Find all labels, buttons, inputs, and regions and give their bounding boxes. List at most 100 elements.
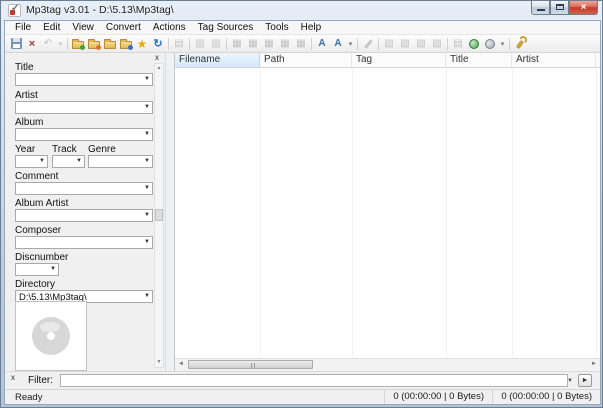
menu-view[interactable]: View: [66, 22, 100, 33]
favorites-star-icon[interactable]: ★: [134, 36, 150, 51]
undo-icon[interactable]: ↶: [40, 36, 56, 51]
filter-input[interactable]: [60, 374, 568, 387]
scrollbar-thumb[interactable]: [155, 209, 163, 221]
genre-field-label: Genre: [88, 144, 116, 155]
column-header-album[interactable]: A: [596, 53, 600, 67]
track-combobox[interactable]: ▼: [52, 155, 85, 168]
column-gridline: [512, 68, 513, 358]
genre-combobox[interactable]: ▼: [88, 155, 153, 168]
parent-directory-icon[interactable]: [86, 36, 102, 51]
menu-convert[interactable]: Convert: [100, 22, 147, 33]
menu-file[interactable]: File: [9, 22, 37, 33]
save-icon[interactable]: [8, 36, 24, 51]
chevron-down-icon: ▼: [144, 131, 150, 137]
copy-tag-icon[interactable]: ▥: [192, 36, 208, 51]
floppy-shape: [11, 38, 22, 49]
filter-dropdown-icon[interactable]: ▼: [567, 378, 573, 384]
freedb-icon[interactable]: [466, 36, 482, 51]
title-combobox[interactable]: ▼: [15, 73, 153, 86]
chevron-down-icon: ▼: [76, 158, 82, 164]
panel-splitter[interactable]: [165, 53, 175, 371]
id3v2-icon[interactable]: ▨: [413, 36, 429, 51]
tag-filename-icon[interactable]: ▦: [229, 36, 245, 51]
chevron-down-icon: ▼: [144, 293, 150, 299]
tag-panel-scrollbar[interactable]: ▲ ▼: [154, 63, 164, 368]
web-sources-icon[interactable]: [482, 36, 498, 51]
menu-actions[interactable]: Actions: [147, 22, 192, 33]
quick-actions-icon[interactable]: A: [330, 36, 346, 51]
column-header-path[interactable]: Path: [260, 53, 352, 67]
filename-tag-icon[interactable]: ▦: [245, 36, 261, 51]
scroll-down-icon[interactable]: ▼: [155, 358, 163, 367]
remove-tag-icon[interactable]: ×: [24, 36, 40, 51]
ape-tag-icon[interactable]: ▨: [429, 36, 445, 51]
blue-dot: [128, 45, 133, 50]
filename-filename-icon[interactable]: ▦: [261, 36, 277, 51]
scrollbar-thumb[interactable]: [188, 360, 313, 369]
options-icon[interactable]: [512, 36, 528, 51]
discnumber-combobox[interactable]: ▼: [15, 263, 59, 276]
column-header-artist[interactable]: Artist: [512, 53, 596, 67]
filter-close-button[interactable]: x: [8, 373, 18, 383]
filter-expand-button[interactable]: ►: [578, 374, 592, 387]
column-header-filename[interactable]: Filename: [175, 53, 260, 67]
refresh-icon[interactable]: ↻: [150, 36, 166, 51]
orange-dot: [96, 45, 101, 50]
menu-tools[interactable]: Tools: [259, 22, 294, 33]
file-list-body[interactable]: [175, 68, 600, 358]
album-artist-field-label: Album Artist: [15, 198, 68, 209]
chevron-down-icon: ▼: [144, 104, 150, 110]
toolbar-separator: [67, 38, 68, 50]
app-icon: ✓: [8, 4, 21, 17]
actions-dropdown-icon[interactable]: ▾: [346, 36, 355, 51]
folder-shape: [88, 41, 100, 49]
album-art-box[interactable]: [15, 301, 87, 371]
playlist-icon[interactable]: ▤: [171, 36, 187, 51]
close-button[interactable]: ×: [569, 1, 598, 15]
artist-combobox[interactable]: ▼: [15, 101, 153, 114]
favorite-directory-icon[interactable]: [118, 36, 134, 51]
album-combobox[interactable]: ▼: [15, 128, 153, 141]
web-sources-dropdown-icon[interactable]: ▾: [498, 36, 507, 51]
menu-edit[interactable]: Edit: [37, 22, 66, 33]
menu-help[interactable]: Help: [295, 22, 328, 33]
change-directory-icon[interactable]: [70, 36, 86, 51]
composer-combobox[interactable]: ▼: [15, 236, 153, 249]
comment-combobox[interactable]: ▼: [15, 182, 153, 195]
undo-dropdown-icon[interactable]: ▾: [56, 36, 65, 51]
extended-tags-icon[interactable]: ▧: [381, 36, 397, 51]
close-icon: ×: [570, 1, 597, 14]
scroll-left-icon[interactable]: ◄: [175, 359, 187, 370]
column-header-tag[interactable]: Tag: [352, 53, 446, 67]
actions-icon[interactable]: A: [314, 36, 330, 51]
column-header-title[interactable]: Title: [446, 53, 512, 67]
year-combobox[interactable]: ▼: [15, 155, 48, 168]
browse-directory-icon[interactable]: [102, 36, 118, 51]
cd-placeholder-icon: [32, 317, 70, 355]
menu-tag-sources[interactable]: Tag Sources: [192, 22, 260, 33]
title-bar[interactable]: ✓ Mp3tag v3.01 - D:\5.13\Mp3tag\ ×: [1, 1, 602, 20]
scroll-right-icon[interactable]: ►: [588, 359, 600, 370]
discnumber-field-label: Discnumber: [15, 252, 68, 263]
edit-tag-icon[interactable]: [360, 36, 376, 51]
column-gridline: [352, 68, 353, 358]
filter-label: Filter:: [28, 375, 53, 386]
main-area: x Title ▼ Artist ▼ Album ▼ Year Track: [5, 53, 600, 371]
tag-panel-close-button[interactable]: x: [152, 53, 162, 63]
export-icon[interactable]: ▤: [450, 36, 466, 51]
maximize-icon: [556, 4, 564, 10]
album-artist-combobox[interactable]: ▼: [15, 209, 153, 222]
paste-tag-icon[interactable]: ▥: [208, 36, 224, 51]
globe-shape: [485, 39, 495, 49]
maximize-button[interactable]: [550, 1, 569, 15]
column-gridline: [596, 68, 597, 358]
minimize-icon: [537, 9, 545, 11]
scroll-up-icon[interactable]: ▲: [155, 64, 163, 73]
status-total-counter: 0 (00:00:00 | 0 Bytes): [492, 390, 600, 404]
toolbar-separator: [311, 38, 312, 50]
textfile-tag-icon[interactable]: ▦: [277, 36, 293, 51]
horizontal-scrollbar[interactable]: ◄ ►: [175, 358, 600, 371]
tag-tag-icon[interactable]: ▦: [293, 36, 309, 51]
id3v1-icon[interactable]: ▨: [397, 36, 413, 51]
minimize-button[interactable]: [531, 1, 550, 15]
